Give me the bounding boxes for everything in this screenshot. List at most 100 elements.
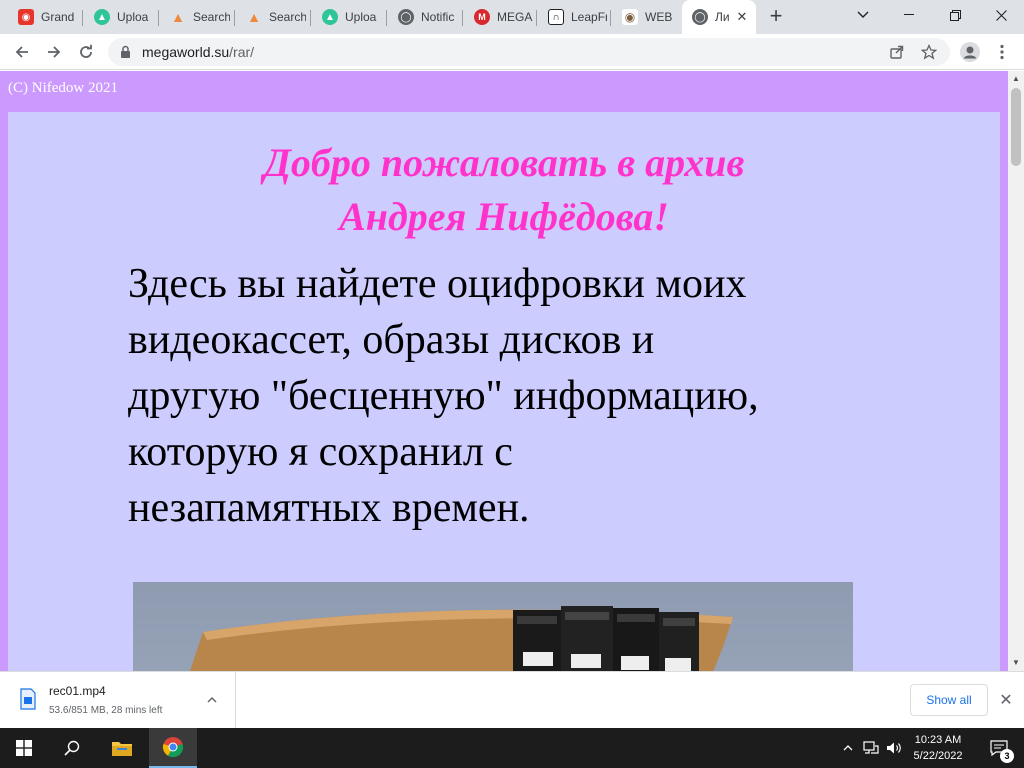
bookmark-star-icon[interactable] [920, 43, 938, 61]
upload-logo-icon: ▲ [94, 9, 110, 25]
welcome-line-2: Андрея Нифёдова! [339, 194, 669, 239]
share-icon[interactable] [888, 43, 906, 61]
intro-paragraph: Здесь вы найдете оцифровки моих видеокас… [128, 256, 888, 536]
search-icon [64, 740, 80, 756]
tab-label: Grand [41, 10, 75, 24]
tab-label: Uploa [345, 10, 377, 24]
clock-date: 5/22/2022 [913, 750, 963, 762]
show-hidden-icons[interactable] [838, 728, 858, 768]
museum-icon: ∩ [548, 9, 564, 25]
file-icon [20, 688, 36, 710]
taskbar-clock[interactable]: 10:23 AM 5/22/2022 [900, 732, 976, 764]
tab-notifications[interactable]: ◯ Notific [388, 0, 460, 34]
windows-taskbar: 10:23 AM 5/22/2022 3 [0, 728, 1024, 768]
close-window-button[interactable] [978, 0, 1024, 30]
reload-button[interactable] [72, 38, 100, 66]
address-bar[interactable]: megaworld.su/rar/ [108, 38, 950, 66]
content-panel: Добро пожаловать в архив Андрея Нифёдова… [8, 112, 1000, 671]
red-bag-icon: ◉ [18, 9, 34, 25]
back-button[interactable] [8, 38, 36, 66]
tab-upload-2[interactable]: ▲ Uploa [312, 0, 382, 34]
tab-label: WEB [645, 10, 673, 24]
download-status: 53.6/851 MB, 28 mins left [49, 705, 163, 716]
tab-upload[interactable]: ▲ Uploa [84, 0, 154, 34]
scrollbar-thumb[interactable] [1011, 88, 1021, 166]
browser-toolbar: megaworld.su/rar/ [0, 34, 1024, 70]
clock-time: 10:23 AM [914, 734, 962, 746]
search-button[interactable] [48, 728, 96, 768]
lock-icon [121, 45, 130, 58]
url-domain: megaworld.su [142, 44, 230, 60]
intro-line: незапамятных времен. [128, 485, 530, 531]
tab-search-2[interactable]: ▲ Search [236, 0, 306, 34]
profile-avatar[interactable] [956, 38, 984, 66]
tab-separator [82, 10, 83, 26]
tab-separator [386, 10, 387, 26]
tab-mega[interactable]: M MEGA [464, 0, 534, 34]
tab-web[interactable]: ◉ WEB [612, 0, 680, 34]
upload-logo-icon: ▲ [322, 9, 338, 25]
close-tab-icon[interactable]: ✕ [734, 9, 750, 25]
tab-leapfrog[interactable]: ∩ LeapFr [538, 0, 608, 34]
videocassettes-photo [133, 582, 853, 671]
profile-icon [960, 42, 980, 62]
tab-separator [462, 10, 463, 26]
chrome-taskbar-button[interactable] [149, 728, 197, 768]
file-explorer-button[interactable] [98, 728, 146, 768]
globe-icon: ◯ [398, 9, 414, 25]
tab-strip: ◉ Grand ▲ Uploa ▲ Search ▲ Search ▲ Uplo… [0, 0, 1024, 34]
globe-icon: ◯ [692, 9, 708, 25]
forward-button[interactable] [40, 38, 68, 66]
chevron-up-icon[interactable] [202, 690, 222, 710]
url-text: megaworld.su/rar/ [142, 44, 254, 60]
start-button[interactable] [0, 728, 48, 768]
notification-badge: 3 [1000, 749, 1014, 763]
scroll-down-icon[interactable]: ▼ [1008, 655, 1024, 671]
back-arrow-icon [15, 46, 28, 58]
tab-search[interactable]: ▲ Search [160, 0, 230, 34]
tab-active[interactable]: ◯ Ли ✕ [682, 0, 756, 34]
tab-search-dropdown-icon[interactable] [840, 0, 886, 30]
action-center-button[interactable]: 3 [982, 728, 1016, 768]
network-icon [863, 741, 879, 754]
tab-separator [536, 10, 537, 26]
restore-button[interactable] [932, 0, 978, 30]
tab-label: Uploa [117, 10, 149, 24]
intro-line: Здесь вы найдете оцифровки моих [128, 261, 747, 307]
network-tray-icon[interactable] [860, 728, 882, 768]
scroll-up-icon[interactable]: ▲ [1008, 71, 1024, 87]
url-path: /rar/ [229, 44, 255, 60]
tab-grand[interactable]: ◉ Grand [8, 0, 76, 34]
tab-separator [234, 10, 235, 26]
tab-separator [158, 10, 159, 26]
tab-label: Search [269, 10, 306, 24]
new-tab-button[interactable]: + [764, 5, 788, 29]
download-item[interactable]: rec01.mp4 53.6/851 MB, 28 mins left [0, 672, 236, 728]
menu-button[interactable] [988, 38, 1016, 66]
mega-logo-icon: M [474, 9, 490, 25]
reload-icon [80, 44, 92, 58]
person-orange-icon: ▲ [171, 9, 185, 25]
welcome-heading: Добро пожаловать в архив Андрея Нифёдова… [8, 136, 1000, 244]
show-all-button[interactable]: Show all [910, 684, 988, 716]
eye-icon: ◉ [622, 9, 638, 25]
tab-label: MEGA [497, 10, 533, 24]
intro-line: видеокассет, образы дисков и [128, 317, 655, 363]
windows-logo-icon [16, 740, 32, 756]
intro-line: которую я сохранил с [128, 429, 513, 475]
intro-line: другую "бесценную" информацию, [128, 373, 759, 419]
tab-separator [610, 10, 611, 26]
tab-label: LeapFr [571, 10, 607, 24]
download-filename: rec01.mp4 [49, 684, 106, 698]
minimize-button[interactable] [886, 0, 932, 30]
close-shelf-icon[interactable]: ✕ [996, 690, 1016, 710]
chevron-up-icon [843, 745, 853, 751]
download-shelf: rec01.mp4 53.6/851 MB, 28 mins left Show… [0, 671, 1024, 728]
tab-label: Notific [421, 10, 455, 24]
chrome-logo-icon [162, 737, 184, 758]
page-scrollbar[interactable]: ▲ ▼ [1008, 71, 1024, 671]
tab-label: Search [193, 10, 230, 24]
tab-separator [310, 10, 311, 26]
page-viewport: (C) Nifedow 2021 Добро пожаловать в архи… [0, 71, 1008, 671]
folder-icon [112, 742, 132, 756]
